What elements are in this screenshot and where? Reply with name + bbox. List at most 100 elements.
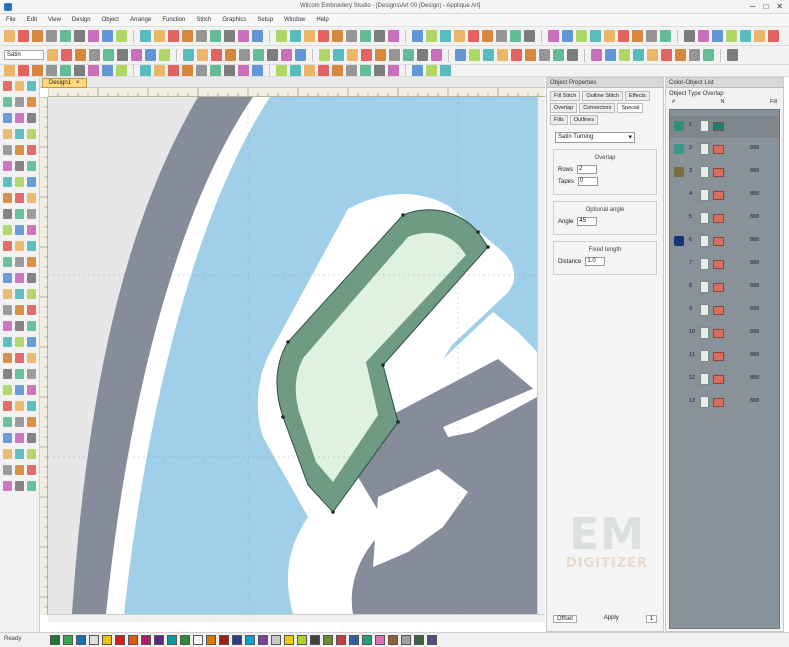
toolbar-tool-icon[interactable] bbox=[455, 49, 466, 61]
palette-color-chip[interactable] bbox=[401, 635, 411, 645]
palette-color-chip[interactable] bbox=[50, 635, 60, 645]
toolbox-tool-icon[interactable] bbox=[3, 417, 12, 427]
toolbar-tool-icon[interactable] bbox=[196, 30, 207, 42]
toolbar-tool-icon[interactable] bbox=[276, 65, 287, 76]
toolbar-tool-icon[interactable] bbox=[88, 30, 99, 42]
toolbar-tool-icon[interactable] bbox=[553, 49, 564, 61]
toolbox-tool-icon[interactable] bbox=[3, 465, 12, 475]
menu-view[interactable]: View bbox=[48, 17, 61, 23]
toolbar-tool-icon[interactable] bbox=[290, 30, 301, 42]
toolbar-tool-icon[interactable] bbox=[224, 30, 235, 42]
toolbox-tool-icon[interactable] bbox=[15, 385, 24, 395]
palette-color-chip[interactable] bbox=[141, 635, 151, 645]
palette-color-chip[interactable] bbox=[76, 635, 86, 645]
toolbar-tool-icon[interactable] bbox=[238, 65, 249, 76]
tab-overlap[interactable]: Overlap bbox=[550, 103, 578, 113]
toolbar-tool-icon[interactable] bbox=[647, 49, 658, 61]
toolbox-tool-icon[interactable] bbox=[3, 193, 12, 203]
minimize-button[interactable]: ─ bbox=[750, 2, 756, 11]
toolbox-tool-icon[interactable] bbox=[15, 145, 24, 155]
toolbar-tool-icon[interactable] bbox=[60, 30, 71, 42]
toolbar-tool-icon[interactable] bbox=[483, 49, 494, 61]
toolbox-tool-icon[interactable] bbox=[15, 401, 24, 411]
palette-color-chip[interactable] bbox=[336, 635, 346, 645]
menu-help[interactable]: Help bbox=[316, 17, 328, 23]
menu-stitch[interactable]: Stitch bbox=[196, 17, 211, 23]
toolbar-tool-icon[interactable] bbox=[347, 49, 358, 61]
tab-design1[interactable]: Design1 × bbox=[42, 78, 87, 88]
thread-color-swatch[interactable] bbox=[713, 329, 724, 338]
toolbar-tool-icon[interactable] bbox=[140, 30, 151, 42]
toolbar-tool-icon[interactable] bbox=[32, 65, 43, 76]
canvas-vertical-scrollbar[interactable] bbox=[537, 97, 545, 614]
sequence-row[interactable]: 11 888 bbox=[670, 346, 779, 368]
toolbox-tool-icon[interactable] bbox=[27, 289, 36, 299]
toolbox-tool-icon[interactable] bbox=[27, 369, 36, 379]
thread-color-swatch[interactable] bbox=[713, 122, 724, 131]
toolbox-tool-icon[interactable] bbox=[15, 97, 24, 107]
toolbar-tool-icon[interactable] bbox=[239, 49, 250, 61]
toolbox-tool-icon[interactable] bbox=[3, 257, 12, 267]
toolbox-tool-icon[interactable] bbox=[27, 209, 36, 219]
toolbox-tool-icon[interactable] bbox=[3, 321, 12, 331]
toolbox-tool-icon[interactable] bbox=[15, 129, 24, 139]
thread-color-swatch[interactable] bbox=[713, 237, 724, 246]
toolbar-tool-icon[interactable] bbox=[318, 30, 329, 42]
angle-spinner[interactable]: 45 bbox=[577, 217, 598, 226]
toolbar-tool-icon[interactable] bbox=[388, 30, 399, 42]
control-point[interactable] bbox=[396, 420, 400, 424]
palette-color-chip[interactable] bbox=[375, 635, 385, 645]
toolbox-tool-icon[interactable] bbox=[27, 161, 36, 171]
toolbox-tool-icon[interactable] bbox=[3, 161, 12, 171]
toolbox-tool-icon[interactable] bbox=[27, 273, 36, 283]
toolbar-tool-icon[interactable] bbox=[740, 30, 751, 42]
toolbar-tool-icon[interactable] bbox=[567, 49, 578, 61]
toolbar-tool-icon[interactable] bbox=[412, 30, 423, 42]
toolbar-tool-icon[interactable] bbox=[426, 65, 437, 76]
toolbox-tool-icon[interactable] bbox=[27, 145, 36, 155]
toolbox-tool-icon[interactable] bbox=[27, 353, 36, 363]
palette-color-chip[interactable] bbox=[349, 635, 359, 645]
toolbar-tool-icon[interactable] bbox=[18, 30, 29, 42]
palette-color-chip[interactable] bbox=[414, 635, 424, 645]
sequence-list[interactable]: 1 2 888 3 888 4 888 5 888 6 888 7 888 8 888 9 888 10 888 11… bbox=[669, 109, 780, 629]
toolbar-tool-icon[interactable] bbox=[684, 30, 695, 42]
toolbox-tool-icon[interactable] bbox=[15, 433, 24, 443]
toolbar-tool-icon[interactable] bbox=[318, 65, 329, 76]
toolbox-tool-icon[interactable] bbox=[15, 481, 24, 491]
palette-color-chip[interactable] bbox=[102, 635, 112, 645]
palette-color-chip[interactable] bbox=[89, 635, 99, 645]
toolbar-tool-icon[interactable] bbox=[417, 49, 428, 61]
toolbar-tool-icon[interactable] bbox=[117, 49, 128, 61]
toolbar-tool-icon[interactable] bbox=[360, 65, 371, 76]
toolbar-tool-icon[interactable] bbox=[482, 30, 493, 42]
toolbar-tool-icon[interactable] bbox=[281, 49, 292, 61]
thread-color-swatch[interactable] bbox=[713, 375, 724, 384]
toolbox-tool-icon[interactable] bbox=[15, 81, 24, 91]
toolbar-tool-icon[interactable] bbox=[403, 49, 414, 61]
toolbox-tool-icon[interactable] bbox=[3, 225, 12, 235]
toolbox-tool-icon[interactable] bbox=[27, 305, 36, 315]
toolbar-tool-icon[interactable] bbox=[361, 49, 372, 61]
toolbar-tool-icon[interactable] bbox=[197, 49, 208, 61]
toolbar-tool-icon[interactable] bbox=[182, 30, 193, 42]
toolbar-tool-icon[interactable] bbox=[225, 49, 236, 61]
toolbar-tool-icon[interactable] bbox=[267, 49, 278, 61]
sequence-row[interactable]: 12 888 bbox=[670, 369, 779, 391]
toolbar-tool-icon[interactable] bbox=[632, 30, 643, 42]
toolbar-tool-icon[interactable] bbox=[511, 49, 522, 61]
toolbar-tool-icon[interactable] bbox=[576, 30, 587, 42]
palette-color-chip[interactable] bbox=[258, 635, 268, 645]
thread-color-swatch[interactable] bbox=[713, 283, 724, 292]
toolbar-tool-icon[interactable] bbox=[159, 49, 170, 61]
toolbar-tool-icon[interactable] bbox=[332, 65, 343, 76]
tapes-spinner[interactable]: 0 bbox=[578, 177, 599, 186]
toolbar-tool-icon[interactable] bbox=[102, 30, 113, 42]
toolbar-tool-icon[interactable] bbox=[61, 49, 72, 61]
sequence-row[interactable]: 7 888 bbox=[670, 254, 779, 276]
toolbox-tool-icon[interactable] bbox=[27, 113, 36, 123]
sequence-row[interactable]: 3 888 bbox=[670, 162, 779, 184]
toolbar-tool-icon[interactable] bbox=[304, 65, 315, 76]
toolbar-tool-icon[interactable] bbox=[182, 65, 193, 76]
toolbar-tool-icon[interactable] bbox=[252, 65, 263, 76]
